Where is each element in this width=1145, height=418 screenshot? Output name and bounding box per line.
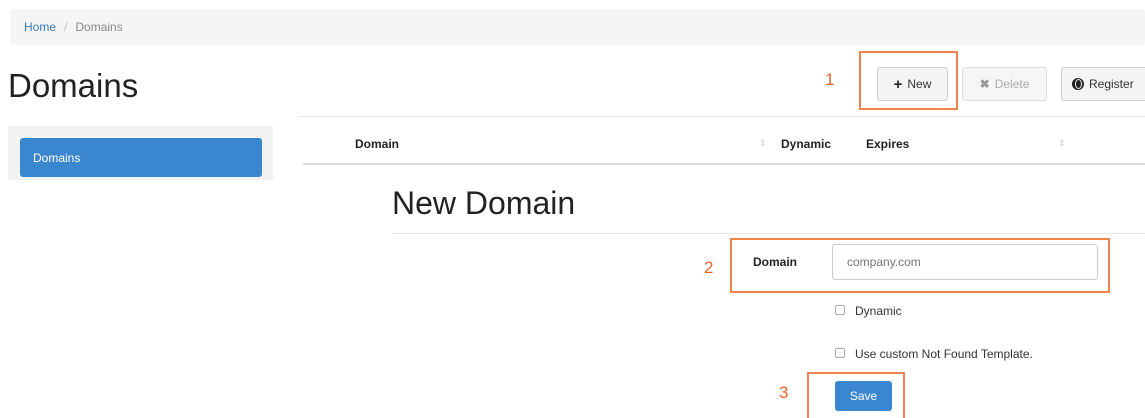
x-icon: ✖ (979, 77, 990, 91)
dynamic-label: Dynamic (855, 304, 902, 318)
custom-template-checkbox[interactable] (835, 348, 845, 358)
column-header-expires[interactable]: Expires (866, 137, 909, 151)
delete-button[interactable]: ✖ Delete (962, 67, 1047, 101)
breadcrumb-separator: / (64, 20, 68, 34)
column-header-domain[interactable]: Domain (355, 137, 399, 151)
sidebar-item-domains[interactable]: Domains (20, 138, 262, 177)
annotation-number-2: 2 (704, 258, 714, 277)
breadcrumb-home-link[interactable]: Home (24, 20, 56, 34)
column-header-dynamic[interactable]: Dynamic (781, 137, 831, 151)
annotation-number-3: 3 (779, 383, 789, 402)
register-button-label: Register (1089, 77, 1134, 91)
sort-icon[interactable]: ⇕ (1058, 139, 1066, 148)
register-button[interactable]: Register (1061, 67, 1145, 101)
delete-button-label: Delete (994, 77, 1030, 91)
annotation-box-1 (859, 51, 958, 110)
table-header-divider (303, 163, 1145, 165)
form-title: New Domain (392, 185, 576, 221)
dynamic-checkbox[interactable] (835, 305, 845, 315)
globe-icon (1072, 78, 1084, 90)
annotation-box-3 (807, 372, 905, 418)
sort-icon[interactable]: ⇕ (759, 139, 767, 148)
form-title-divider (392, 233, 1145, 234)
sidebar-item-label: Domains (33, 150, 81, 165)
annotation-box-2 (730, 238, 1110, 293)
custom-template-label: Use custom Not Found Template. (855, 347, 1033, 361)
header-divider (300, 116, 1145, 117)
annotation-number-1: 1 (825, 70, 835, 89)
page-title: Domains (8, 67, 139, 104)
breadcrumb-current: Domains (75, 20, 123, 34)
breadcrumb: Home / Domains (10, 9, 1145, 45)
